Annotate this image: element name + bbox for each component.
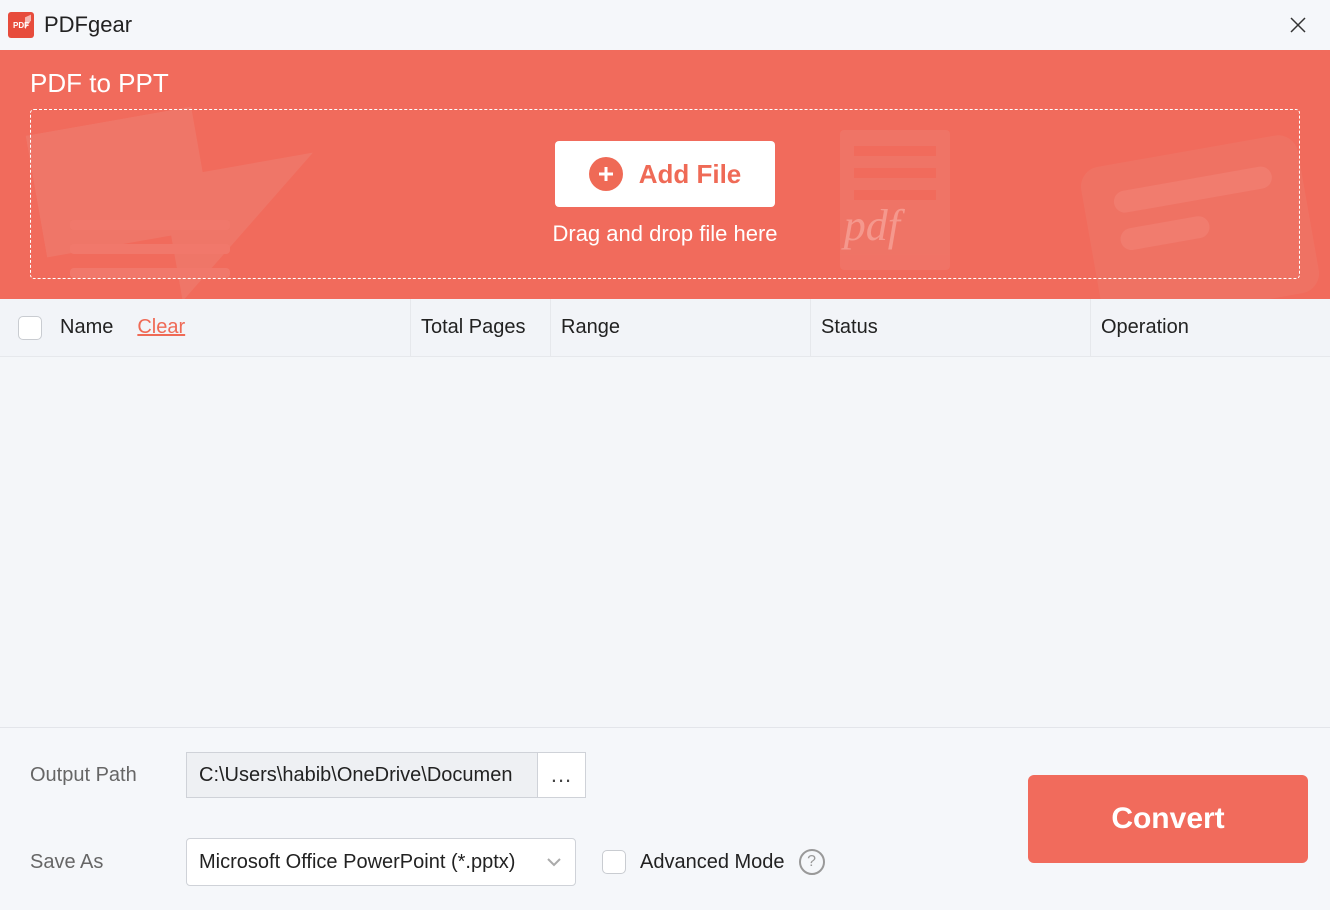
close-icon xyxy=(1289,16,1307,34)
table-body xyxy=(0,357,1330,727)
col-name: Name xyxy=(60,316,113,339)
select-all-checkbox[interactable] xyxy=(18,316,42,340)
col-range: Range xyxy=(561,316,620,339)
titlebar: PDF PDFgear xyxy=(0,0,1330,50)
add-file-label: Add File xyxy=(639,159,742,190)
drop-hint: Drag and drop file here xyxy=(552,221,777,247)
save-as-select[interactable]: Microsoft Office PowerPoint (*.pptx) xyxy=(186,838,576,886)
clear-link[interactable]: Clear xyxy=(137,316,185,339)
col-total-pages: Total Pages xyxy=(421,316,526,339)
footer: Output Path ... Convert Save As Microsof… xyxy=(0,727,1330,910)
save-as-label: Save As xyxy=(30,851,170,874)
close-button[interactable] xyxy=(1278,5,1318,45)
add-file-button[interactable]: Add File xyxy=(555,141,776,207)
save-as-value: Microsoft Office PowerPoint (*.pptx) xyxy=(199,851,515,874)
advanced-mode-label: Advanced Mode xyxy=(640,851,785,874)
app-icon: PDF xyxy=(8,12,34,38)
hero-panel: pdf PDF to PPT Add File Drag and drop fi… xyxy=(0,50,1330,299)
table-header: Name Clear Total Pages Range Status Oper… xyxy=(0,299,1330,357)
help-icon[interactable]: ? xyxy=(799,849,825,875)
col-status: Status xyxy=(821,316,878,339)
chevron-down-icon xyxy=(545,853,563,871)
app-title: PDFgear xyxy=(44,12,132,38)
output-path-label: Output Path xyxy=(30,764,170,787)
output-path-input[interactable] xyxy=(186,752,538,798)
convert-button[interactable]: Convert xyxy=(1028,775,1308,863)
page-title: PDF to PPT xyxy=(30,68,1300,99)
drop-zone[interactable]: Add File Drag and drop file here xyxy=(30,109,1300,279)
col-operation: Operation xyxy=(1101,316,1189,339)
browse-button[interactable]: ... xyxy=(538,752,586,798)
plus-icon xyxy=(589,157,623,191)
advanced-mode-checkbox[interactable] xyxy=(602,850,626,874)
